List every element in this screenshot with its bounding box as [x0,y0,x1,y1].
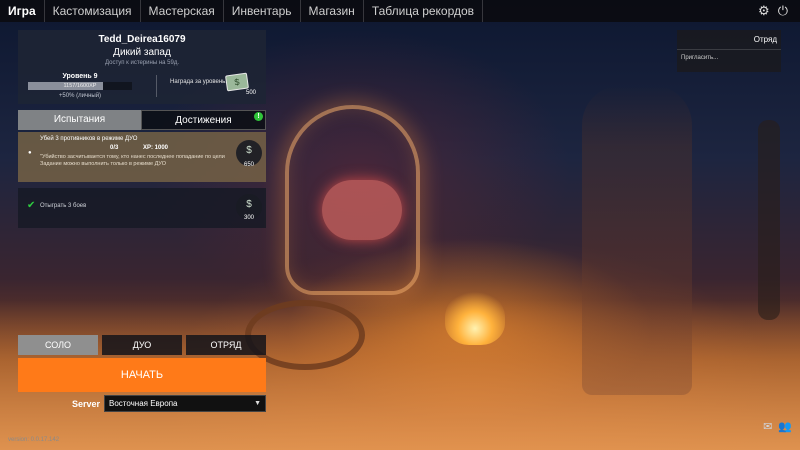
level-box: Уровень 9 1157/1600XP +50% (личный) [28,73,132,99]
map-name: Дикий запад [113,47,171,58]
mode-solo-button[interactable]: СОЛО [18,335,98,355]
tab-workshop[interactable]: Мастерская [141,0,224,22]
mail-icon[interactable]: ✉ [763,420,772,433]
squad-title: Отряд [677,30,781,50]
campfire [445,290,505,345]
challenge-desc-line: "Убийство засчитывается тому, кто нанес … [40,154,225,160]
cash-icon: $ [224,72,250,92]
tab-leaderboard[interactable]: Таблица рекордов [364,0,484,22]
server-value: Восточная Европа [109,399,178,408]
access-note: Доступ к истерины на 59д. [104,60,179,66]
challenge-tabs: Испытания Достижения ! [18,110,266,130]
challenge-desc-line: Задание можно выполнить только в режиме … [40,161,166,167]
neon-sign [285,105,420,295]
friends-icon[interactable]: 👥 [778,420,792,433]
tab-inventory[interactable]: Инвентарь [224,0,301,22]
invite-link[interactable]: Пригласить... [677,50,781,66]
mode-squad-button[interactable]: ОТРЯД [186,335,266,355]
server-label: Server [72,399,101,409]
squad-panel: Отряд Пригласить... [677,30,781,72]
challenge-item[interactable]: ● Убей 3 противников в режиме ДУО 0/3 XP… [18,132,266,182]
tab-shop[interactable]: Магазин [301,0,364,22]
chevron-down-icon: ▼ [254,400,261,407]
power-icon[interactable]: ⏻ [778,3,788,19]
checkmark-icon: ✔ [27,200,36,211]
username: Tedd_Deirea16079 [98,34,186,45]
tab-achievements[interactable]: Достижения ! [141,110,266,130]
profile-card: Tedd_Deirea16079 Дикий запад Доступ к ис… [18,30,266,104]
gear-icon[interactable]: ⚙ [758,3,770,19]
challenge-xp: XP: 1000 [143,145,169,151]
start-button[interactable]: НАЧАТЬ [18,358,266,392]
neon-sign-inner [322,180,402,240]
divider [156,75,157,97]
tab-challenges[interactable]: Испытания [18,110,141,130]
level-label: Уровень 9 [62,73,98,80]
server-select[interactable]: Восточная Европа ▼ [104,395,266,412]
xp-text: 1157/1600XP [63,83,97,89]
xp-bar: 1157/1600XP [28,82,132,90]
player-character [582,85,692,395]
top-nav-bar: Игра Кастомизация Мастерская Инвентарь М… [0,0,800,22]
challenge-title: Убей 3 противников в режиме ДУО [40,136,138,142]
tab-customization[interactable]: Кастомизация [45,0,141,22]
challenge-progress: 0/3 [110,145,119,151]
tab-achievements-label: Достижения [175,115,232,126]
challenge-item[interactable]: ✔ Отыграть 3 боев $ 300 [18,188,266,228]
challenge-reward: 300 [243,215,254,221]
level-reward-value: 500 [246,90,257,96]
bottom-icons: ✉ 👥 [763,420,792,433]
tab-game[interactable]: Игра [0,0,45,22]
challenge-reward: 650 [243,162,254,168]
mode-duo-button[interactable]: ДУО [102,335,182,355]
bullet-icon: ● [28,150,32,156]
challenge-title: Отыграть 3 боев [40,203,87,209]
mode-selector: СОЛО ДУО ОТРЯД [18,335,266,355]
challenge-description: "Убийство засчитывается тому, кто нанес … [40,154,230,168]
left-panel: Tedd_Deirea16079 Дикий запад Доступ к ис… [18,30,266,228]
notification-badge: ! [254,112,263,121]
version-text: version: 0.0.17.142 [8,437,60,443]
top-icons: ⚙ ⏻ [758,3,800,19]
cactus [758,120,780,320]
xp-bonus: +50% (личный) [58,93,102,99]
